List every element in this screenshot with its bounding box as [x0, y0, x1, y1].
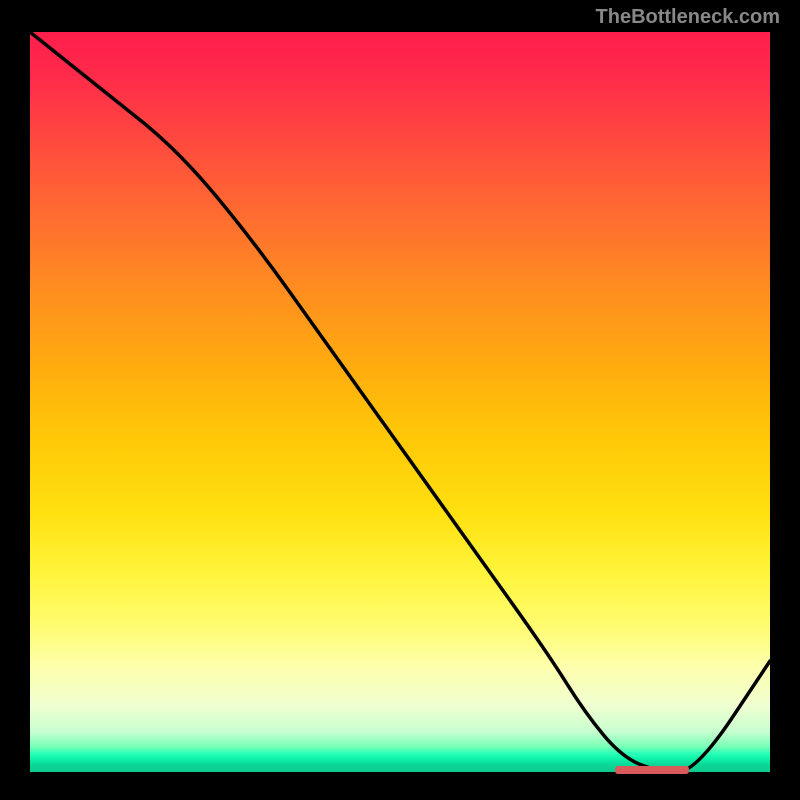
bottleneck-curve	[30, 32, 770, 772]
watermark-text: TheBottleneck.com	[596, 6, 780, 29]
optimal-range-marker	[615, 766, 689, 774]
chart-container: TheBottleneck.com	[0, 0, 800, 800]
plot-area	[30, 32, 770, 772]
